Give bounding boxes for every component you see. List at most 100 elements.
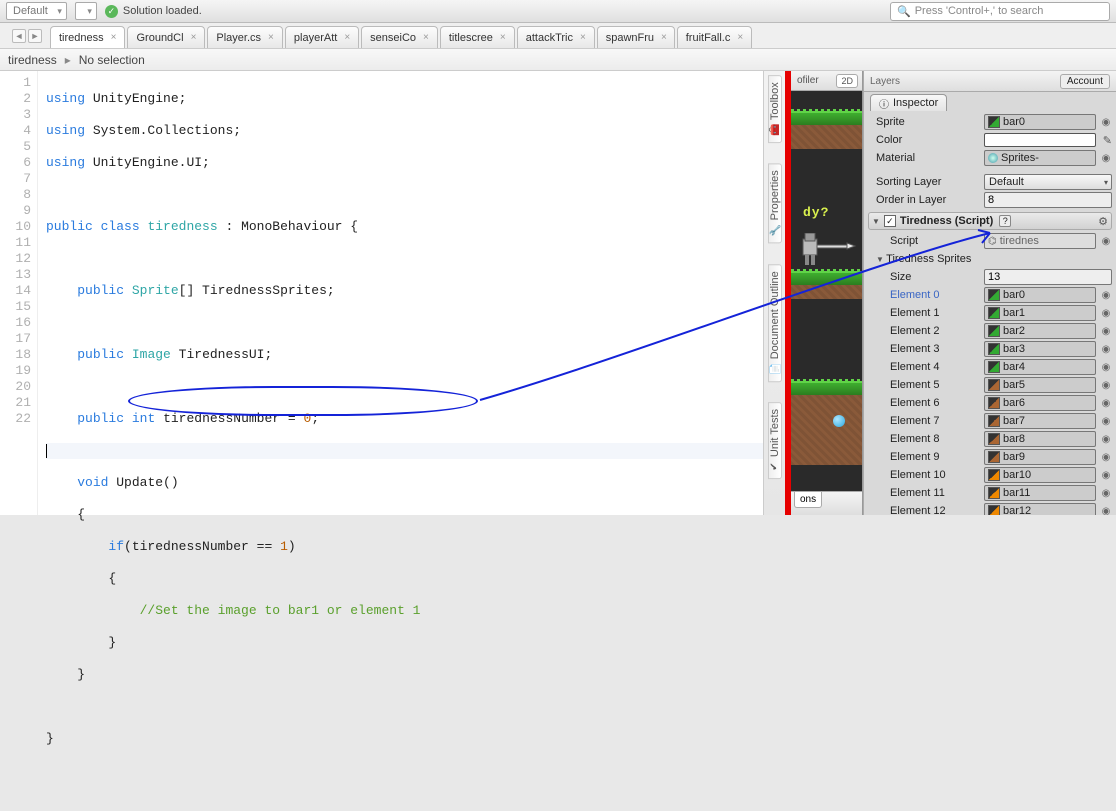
object-picker-icon[interactable]: ◉ — [1100, 236, 1112, 247]
color-label: Color — [868, 134, 980, 146]
help-icon[interactable]: ? — [999, 215, 1011, 227]
file-tab[interactable]: Player.cs× — [207, 26, 282, 48]
side-toolbox: 🧰Toolbox 🔧Properties 📄Document Outline ✔… — [763, 71, 785, 515]
object-picker-icon[interactable]: ◉ — [1100, 117, 1112, 128]
file-tab[interactable]: spawnFru× — [597, 26, 675, 48]
file-tab[interactable]: playerAtt× — [285, 26, 359, 48]
console-tab-fragment[interactable]: ons — [794, 492, 822, 508]
array-element-field[interactable]: bar12 — [984, 503, 1096, 515]
array-element-field[interactable]: bar6 — [984, 395, 1096, 411]
scene-view[interactable]: ofiler 2D dy? ons — [791, 71, 863, 515]
view-2d-toggle[interactable]: 2D — [836, 74, 858, 88]
array-element-field[interactable]: bar1 — [984, 305, 1096, 321]
gear-icon[interactable]: ⚙ — [1098, 215, 1108, 228]
enable-checkbox[interactable]: ✓ — [884, 215, 896, 227]
speech-bubble: dy? — [803, 205, 829, 220]
properties-tab[interactable]: 🔧Properties — [768, 163, 782, 243]
object-picker-icon[interactable]: ◉ — [1100, 308, 1112, 319]
object-picker-icon[interactable]: ◉ — [1100, 398, 1112, 409]
array-element-field[interactable]: bar10 — [984, 467, 1096, 483]
object-picker-icon[interactable]: ◉ — [1100, 344, 1112, 355]
code-area[interactable]: using UnityEngine; using System.Collecti… — [38, 71, 763, 515]
close-icon[interactable]: × — [500, 32, 506, 43]
array-element-field[interactable]: bar0 — [984, 287, 1096, 303]
array-element-field[interactable]: bar4 — [984, 359, 1096, 375]
file-tab[interactable]: tiredness× — [50, 26, 125, 48]
order-field[interactable] — [984, 192, 1112, 208]
object-picker-icon[interactable]: ◉ — [1100, 326, 1112, 337]
array-element-label: Element 4 — [868, 361, 980, 373]
toolbox-tab[interactable]: 🧰Toolbox — [768, 75, 782, 143]
array-element-field[interactable]: bar9 — [984, 449, 1096, 465]
array-element-field[interactable]: bar3 — [984, 341, 1096, 357]
script-field[interactable]: ⌬tirednes — [984, 233, 1096, 249]
account-dropdown[interactable]: Account — [1060, 74, 1110, 89]
code-editor[interactable]: 12345678910111213141516171819202122 usin… — [0, 71, 763, 515]
close-icon[interactable]: × — [191, 32, 197, 43]
sprite-label: Sprite — [868, 116, 980, 128]
close-icon[interactable]: × — [580, 32, 586, 43]
close-icon[interactable]: × — [344, 32, 350, 43]
close-icon[interactable]: × — [661, 32, 667, 43]
file-tab[interactable]: attackTric× — [517, 26, 595, 48]
file-tab[interactable]: titlescree× — [440, 26, 515, 48]
array-element-field[interactable]: bar5 — [984, 377, 1096, 393]
array-element-label: Element 8 — [868, 433, 980, 445]
object-picker-icon[interactable]: ◉ — [1100, 470, 1112, 481]
object-picker-icon[interactable]: ◉ — [1100, 362, 1112, 373]
object-picker-icon[interactable]: ◉ — [1100, 380, 1112, 391]
array-element-label: Element 2 — [868, 325, 980, 337]
object-picker-icon[interactable]: ◉ — [1100, 452, 1112, 463]
array-element-field[interactable]: bar2 — [984, 323, 1096, 339]
material-field[interactable]: Sprites- — [984, 150, 1096, 166]
file-tab[interactable]: fruitFall.c× — [677, 26, 752, 48]
close-icon[interactable]: × — [268, 32, 274, 43]
layers-dropdown[interactable]: Layers — [870, 76, 900, 87]
status-message: ✓ Solution loaded. — [105, 5, 202, 18]
close-icon[interactable]: × — [423, 32, 429, 43]
breadcrumb: tiredness ▸ No selection — [0, 49, 1116, 71]
close-icon[interactable]: × — [737, 32, 743, 43]
object-picker-icon[interactable]: ◉ — [1100, 416, 1112, 427]
array-element-field[interactable]: bar7 — [984, 413, 1096, 429]
doc-outline-tab[interactable]: 📄Document Outline — [768, 264, 782, 382]
eyedropper-icon[interactable]: ✎ — [1103, 134, 1112, 147]
global-search[interactable]: 🔍 Press 'Control+,' to search — [890, 2, 1110, 21]
document-tabs: ◄ ► tiredness×GroundCl×Player.cs×playerA… — [0, 23, 1116, 49]
sorting-layer-label: Sorting Layer — [868, 176, 980, 188]
object-picker-icon[interactable]: ◉ — [1100, 488, 1112, 499]
array-header[interactable]: ▼ Tiredness Sprites — [868, 250, 1112, 268]
target-dropdown[interactable] — [75, 2, 97, 20]
object-picker-icon[interactable]: ◉ — [1100, 290, 1112, 301]
nav-back-icon[interactable]: ◄ — [12, 29, 26, 43]
player-sprite — [799, 233, 857, 271]
array-element-label: Element 1 — [868, 307, 980, 319]
config-dropdown[interactable]: Default — [6, 2, 67, 20]
object-picker-icon[interactable]: ◉ — [1100, 434, 1112, 445]
unit-tests-tab[interactable]: ✔Unit Tests — [768, 402, 782, 479]
check-icon: ✓ — [105, 5, 118, 18]
color-field[interactable] — [984, 133, 1096, 147]
inspector-tab[interactable]: ⓘInspector — [870, 94, 947, 111]
material-label: Material — [868, 152, 980, 164]
array-size-field[interactable] — [984, 269, 1112, 285]
profiler-tab-fragment[interactable]: ofiler — [795, 75, 819, 86]
foldout-icon[interactable]: ▼ — [872, 217, 880, 226]
array-element-label: Element 9 — [868, 451, 980, 463]
file-tab[interactable]: senseiCo× — [361, 26, 438, 48]
array-element-field[interactable]: bar11 — [984, 485, 1096, 501]
nav-fwd-icon[interactable]: ► — [28, 29, 42, 43]
object-picker-icon[interactable]: ◉ — [1100, 506, 1112, 516]
breadcrumb-root[interactable]: tiredness — [8, 53, 57, 67]
array-element-field[interactable]: bar8 — [984, 431, 1096, 447]
sprite-field[interactable]: bar0 — [984, 114, 1096, 130]
breadcrumb-leaf[interactable]: No selection — [79, 53, 145, 67]
sorting-layer-dropdown[interactable]: Default — [984, 174, 1112, 190]
array-element-label: Element 5 — [868, 379, 980, 391]
close-icon[interactable]: × — [111, 32, 117, 43]
script-component-header[interactable]: ▼ ✓ Tiredness (Script) ? ⚙ — [868, 212, 1112, 230]
array-element-label: Element 3 — [868, 343, 980, 355]
file-tab[interactable]: GroundCl× — [127, 26, 205, 48]
array-element-label: Element 12 — [868, 505, 980, 515]
object-picker-icon[interactable]: ◉ — [1100, 153, 1112, 164]
